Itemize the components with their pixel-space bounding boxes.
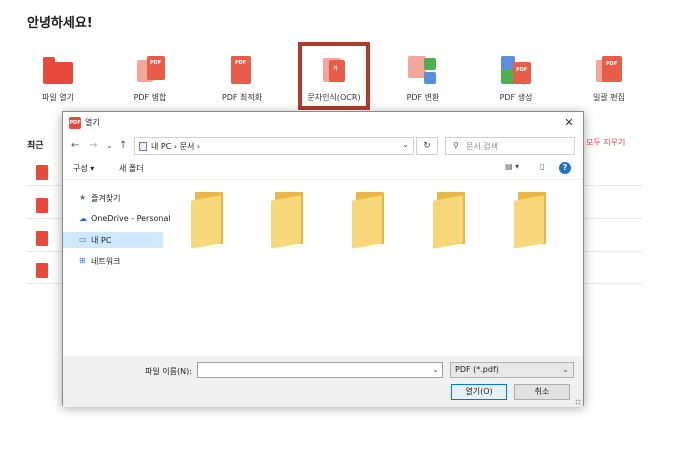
dialog-footer: 파일 이름(N): ⌄ PDF (*.pdf) ⌄ 열기(O) 취소 [63, 356, 583, 407]
chevron-down-icon: ⌄ [562, 365, 569, 374]
filename-label: 파일 이름(N): [145, 367, 192, 376]
open-button[interactable]: 열기(O) [451, 384, 507, 400]
chevron-down-icon[interactable]: ⌄ [432, 365, 439, 374]
forward-button[interactable]: → [89, 139, 97, 153]
close-button[interactable]: ✕ [561, 115, 577, 131]
resize-grip[interactable] [575, 399, 581, 405]
tool-batch-edit[interactable]: PDF 일괄 편집 [569, 56, 649, 103]
batch-edit-icon: PDF [592, 56, 626, 86]
cancel-button[interactable]: 취소 [514, 384, 570, 400]
chevron-down-icon[interactable]: ⌄ [402, 140, 409, 149]
folder-icon[interactable] [191, 192, 227, 249]
sidebar-item-network[interactable]: ⊞ 네트워크 [63, 253, 163, 269]
back-button[interactable]: ← [71, 139, 79, 153]
pdf-merge-icon: PDF [133, 56, 167, 86]
dialog-titlebar[interactable]: PDF 열기 ✕ [63, 112, 583, 134]
tool-label: 문자인식(OCR) [307, 93, 361, 102]
dialog-title: 열기 [85, 118, 100, 127]
organize-menu[interactable]: 구성 ▾ [73, 163, 94, 174]
star-icon: ★ [79, 193, 87, 202]
folder-open-icon [41, 56, 75, 86]
folder-icon[interactable] [352, 192, 388, 249]
dialog-toolbar: 구성 ▾ 새 폴더 ▤ ▾ ▯ ? [63, 158, 583, 180]
pc-icon [139, 142, 147, 151]
pdf-file-icon [36, 165, 48, 180]
tool-label: PDF 생성 [499, 93, 533, 102]
clear-all-link[interactable]: 모두 지우기 [586, 137, 625, 148]
view-options-button[interactable]: ▤ ▾ [505, 162, 519, 171]
tool-label: 파일 열기 [42, 93, 74, 102]
refresh-button[interactable]: ↻ [416, 137, 438, 155]
folder-icon[interactable] [433, 192, 469, 249]
tool-label: PDF 변환 [406, 93, 440, 102]
breadcrumb[interactable]: 내 PC › 문서 › [151, 141, 200, 152]
tool-ocr[interactable]: 가 문자인식(OCR) [298, 42, 370, 110]
tool-label: PDF 병합 [133, 93, 167, 102]
tool-pdf-optimize[interactable]: PDF PDF 최적화 [202, 56, 282, 103]
navigation-pane: ★ 즐겨찾기 ☁ OneDrive - Personal ▭ 내 PC ⊞ 네트… [63, 180, 171, 356]
tool-pdf-convert[interactable]: PDF 변환 [383, 56, 463, 103]
new-folder-button[interactable]: 새 폴더 [119, 163, 144, 174]
recent-locations-dropdown[interactable]: ⌄ [106, 139, 113, 153]
file-list-area[interactable] [165, 180, 583, 356]
open-file-dialog: PDF 열기 ✕ ← → ⌄ ↑ 내 PC › 문서 › ⌄ ↻ ⚲ 문서 검색… [62, 111, 584, 407]
recent-heading: 최근 [27, 141, 44, 151]
network-icon: ⊞ [79, 256, 86, 265]
help-icon[interactable]: ? [559, 162, 571, 174]
tool-label: PDF 최적화 [221, 93, 263, 102]
tool-label: 일괄 편집 [593, 93, 625, 102]
sidebar-item-this-pc[interactable]: ▭ 내 PC [63, 232, 163, 248]
tool-open-file[interactable]: 파일 열기 [18, 56, 98, 103]
pdf-file-icon [36, 263, 48, 278]
search-icon: ⚲ [453, 141, 459, 150]
file-type-value: PDF (*.pdf) [455, 365, 499, 374]
pdf-file-icon [36, 231, 48, 246]
pdf-app-icon: PDF [69, 117, 81, 129]
pdf-convert-icon [406, 56, 440, 86]
filename-input[interactable]: ⌄ [197, 362, 443, 378]
sidebar-item-favorites[interactable]: ★ 즐겨찾기 [63, 190, 163, 206]
preview-pane-button[interactable]: ▯ [540, 162, 544, 171]
address-bar[interactable]: 내 PC › 문서 › ⌄ [134, 137, 414, 155]
folder-icon[interactable] [271, 192, 307, 249]
tool-pdf-merge[interactable]: PDF PDF 병합 [110, 56, 190, 103]
pdf-file-icon [36, 198, 48, 213]
cloud-icon: ☁ [79, 214, 87, 223]
pdf-optimize-icon: PDF [225, 56, 259, 86]
file-type-select[interactable]: PDF (*.pdf) ⌄ [450, 362, 574, 378]
search-placeholder: 문서 검색 [466, 142, 498, 151]
ocr-icon: 가 [317, 56, 351, 86]
computer-icon: ▭ [79, 235, 87, 244]
navigation-bar: ← → ⌄ ↑ 내 PC › 문서 › ⌄ ↻ ⚲ 문서 검색 [63, 134, 583, 158]
sidebar-item-onedrive[interactable]: ☁ OneDrive - Personal [63, 211, 171, 227]
greeting-heading: 안녕하세요! [27, 16, 93, 31]
up-button[interactable]: ↑ [119, 139, 127, 153]
search-input[interactable]: ⚲ 문서 검색 [445, 137, 575, 155]
tool-pdf-create[interactable]: PDF PDF 생성 [476, 56, 556, 103]
pdf-create-icon: PDF [499, 56, 533, 86]
folder-icon[interactable] [514, 192, 550, 249]
